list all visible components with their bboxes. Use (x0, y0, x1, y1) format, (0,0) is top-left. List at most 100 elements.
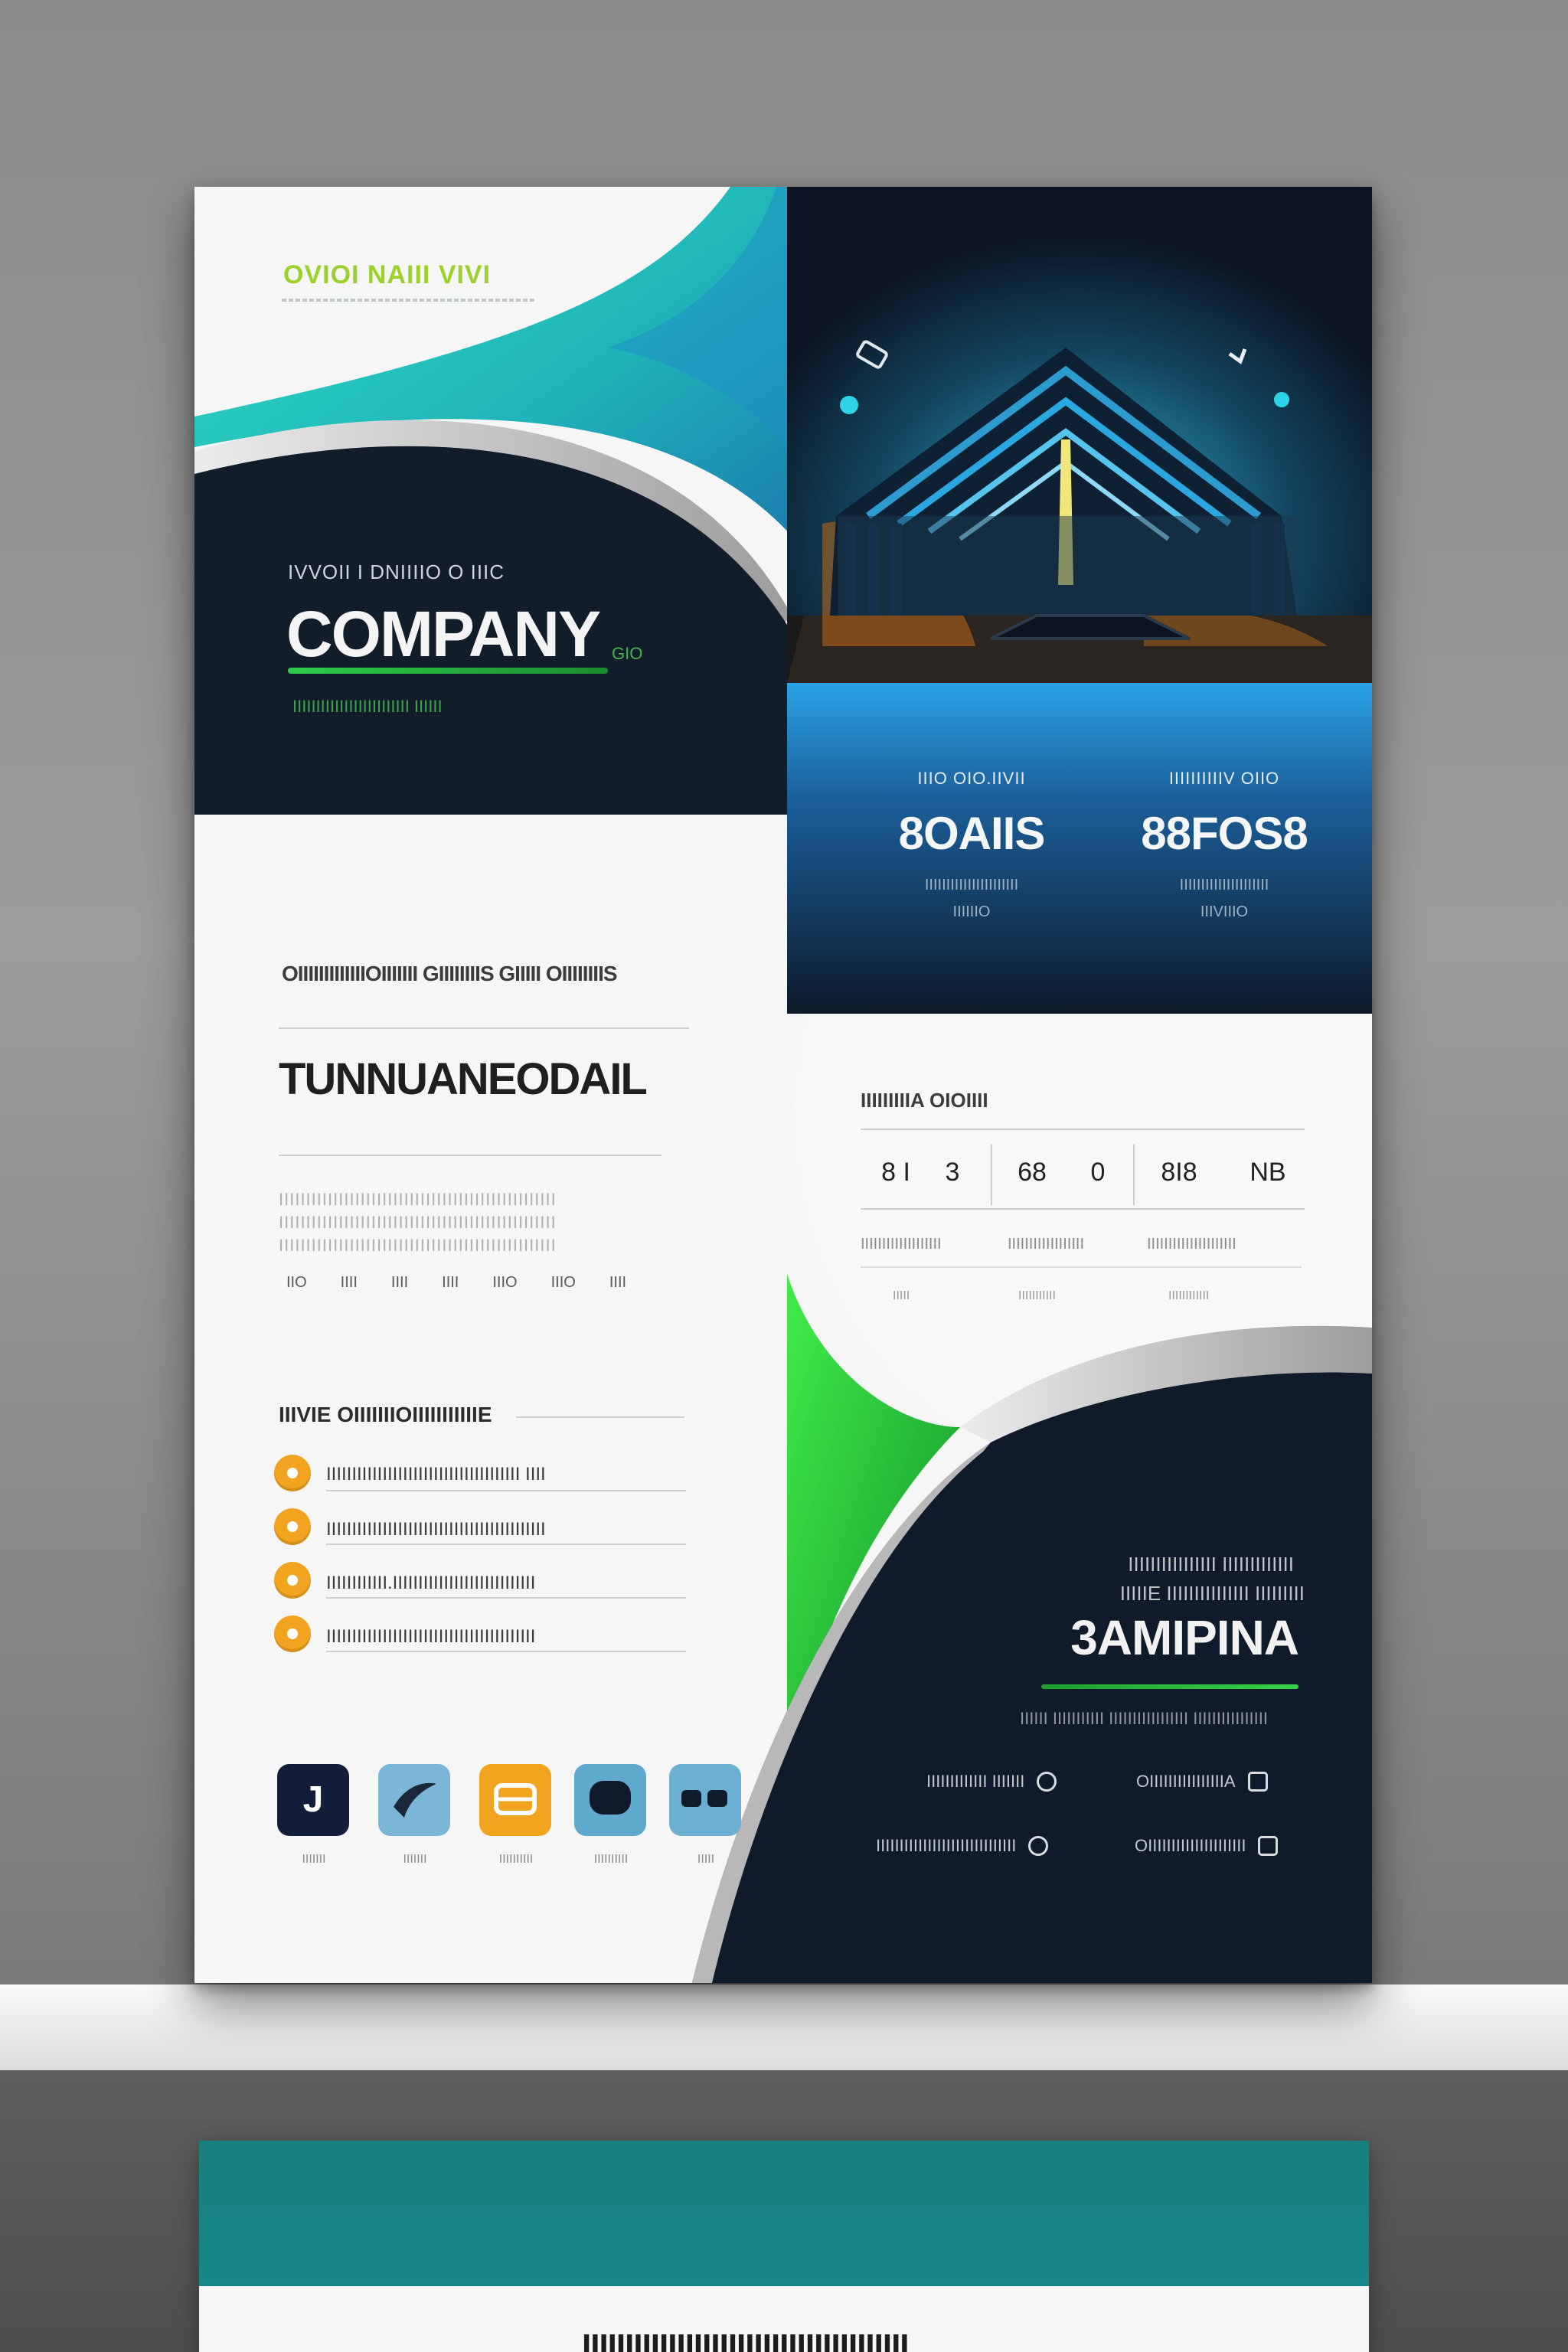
app-icon-blue-swoosh[interactable] (378, 1764, 450, 1836)
icon-caption: IIIIIIIIII (498, 1853, 534, 1866)
window-icon (494, 1783, 537, 1815)
hero-subtitle: IIIIIIIIIIIIIIIIIIIIIIIII IIIIII (292, 697, 443, 716)
brand-underline (282, 299, 534, 302)
flyer-card: OVIOI NAIII VIVI IVVOII I DNIIIIO O IIIC… (194, 187, 1372, 1983)
hero-accent-rule (288, 668, 608, 674)
section-filler-line: IIIIIIIIIIIIIIIIIIIIIIIIIIIIIIIIIIIIIIII… (279, 1236, 557, 1255)
divider (326, 1544, 686, 1545)
contact-text: IIIIIIIIIIIII IIIIIII (926, 1772, 1025, 1791)
contact-icon (1037, 1772, 1057, 1792)
section-mark: IIII (609, 1274, 627, 1291)
card-heading: IIIIIIIIIIIIIIIIIIIIIIIIIIIIIIIIIIIIII (582, 2328, 910, 2352)
divider (279, 1027, 689, 1029)
app-icon-orange[interactable] (479, 1764, 551, 1836)
icon-caption: IIIII (697, 1853, 715, 1866)
cta-accent-rule (1041, 1684, 1298, 1689)
hero-title: COMPANY (286, 598, 601, 670)
divider (861, 1208, 1305, 1210)
table-cell: 8 I (881, 1158, 910, 1187)
glasses-icon (681, 1790, 727, 1807)
table-cell: 0 (1090, 1158, 1106, 1187)
table-caption: IIIIIIIIIIIIIIIIII (1008, 1236, 1085, 1253)
feature-bullet-icon (274, 1615, 311, 1652)
feature-text: IIIIIIIIIIIIIIIIIIIIIIIIIIIIIIIIIIIIIIII… (326, 1626, 536, 1647)
contact-item[interactable]: OIIIIIIIIIIIIIIIIIIIII (1135, 1836, 1279, 1856)
stat-subtext: IIIIIIIIIIIIIIIIIIIIII (924, 877, 1019, 893)
section-mark: IIII (442, 1274, 459, 1291)
contact-item[interactable]: OIIIIIIIIIIIIIIIIA (1136, 1772, 1268, 1792)
feature-text: IIIIIIIIIIII.IIIIIIIIIIIIIIIIIIIIIIIIIII… (326, 1573, 536, 1593)
icon-caption: IIIIIIIIII (593, 1853, 629, 1866)
section-filler-line: IIIIIIIIIIIIIIIIIIIIIIIIIIIIIIIIIIIIIIII… (279, 1213, 557, 1232)
table-caption: IIIIIIIIIIIIIIIIIII (861, 1236, 942, 1253)
contact-icon (1028, 1836, 1049, 1856)
section-filler-line: IIIIIIIIIIIIIIIIIIIIIIIIIIIIIIIIIIIIIIII… (279, 1190, 557, 1209)
table-footer: IIIII (893, 1289, 910, 1302)
feature-text: IIIIIIIIIIIIIIIIIIIIIIIIIIIIIIIIIIIIII I… (326, 1464, 546, 1485)
stat-subtext-2: IIIVIIIO (1200, 903, 1249, 920)
section-kicker: OIIIIIIIIIIIIIOIIIIIII GIIIIIIIIS GIIIII… (282, 962, 618, 985)
stat-subtext-2: IIIIIIO (952, 903, 991, 920)
table-caption: IIIIIIIIIIIIIIIIIIIII (1147, 1236, 1236, 1253)
contact-text: IIIIIIIIIIIIIIIIIIIIIIIIIIIIII (876, 1836, 1017, 1855)
stat-value: 8OAIIS (898, 808, 1046, 859)
table-cell: 8I8 (1161, 1158, 1197, 1187)
stat-block-1: IIIO OIO.IIVII 8OAIIS IIIIIIIIIIIIIIIIII… (861, 769, 1083, 921)
feature-bullet-icon (274, 1508, 311, 1545)
stat-subtext: IIIIIIIIIIIIIIIIIIIII (1179, 877, 1269, 893)
section-mark: IIO (286, 1274, 307, 1291)
divider (516, 1416, 684, 1418)
app-icon-blue-glasses[interactable] (669, 1764, 741, 1836)
table-cell: 68 (1018, 1158, 1047, 1187)
hero-tag: GIO (612, 644, 643, 663)
cta-subtitle: IIIIII IIIIIIIIIII IIIIIIIIIIIIIIIII III… (1020, 1709, 1268, 1728)
stat-block-2: IIIIIIIIIIV OIIO 88FOS8 IIIIIIIIIIIIIIII… (1113, 769, 1335, 921)
table-cell: 3 (945, 1158, 960, 1187)
contact-item[interactable]: IIIIIIIIIIIIIIIIIIIIIIIIIIIIII (876, 1836, 1049, 1856)
table-divider (1133, 1144, 1135, 1205)
brand-name: OVIOI NAIII VIVI (283, 260, 492, 289)
stat-label: IIIIIIIIIIV OIIO (1168, 769, 1280, 788)
table-footer: IIIIIIIIIII (1018, 1289, 1056, 1302)
section-mark: IIIO (550, 1274, 576, 1291)
cta-kicker: IIIIIIIIIIIIIIII IIIIIIIIIIIII (1128, 1553, 1294, 1576)
section-mark: IIII (340, 1274, 358, 1291)
swoosh-icon (394, 1782, 436, 1818)
table-title: IIIIIIIIIA OIOIIII (861, 1089, 988, 1112)
second-flyer-card: IIIIIIIIIIIIIIIIIIIIIIIIIIIIIIIIIIIIII (199, 2141, 1369, 2352)
display-shelf (0, 1984, 1568, 2070)
contact-text: OIIIIIIIIIIIIIIIIIIIII (1135, 1836, 1246, 1855)
stat-value: 88FOS8 (1141, 808, 1308, 859)
icon-caption: IIIIIII (302, 1853, 326, 1866)
chat-bubble-icon (590, 1781, 631, 1815)
stat-label: IIIO OIO.IIVII (917, 769, 1026, 788)
icon-caption: IIIIIII (403, 1853, 427, 1866)
section-mark: IIII (390, 1274, 409, 1291)
section-mark: IIIO (492, 1274, 518, 1291)
cta-kicker-2: IIIIIE IIIIIIIIIIIIIII IIIIIIIII (1119, 1582, 1305, 1605)
contact-text: OIIIIIIIIIIIIIIIIA (1136, 1772, 1236, 1791)
feature-bullet-icon (274, 1562, 311, 1599)
section-marks: IIO IIII IIII IIII IIIO IIIO IIII (286, 1274, 626, 1292)
table-footer: IIIIIIIIIIII (1168, 1289, 1210, 1302)
section-title: TUNNUANEODAIL (279, 1054, 648, 1104)
card-header-band (199, 2141, 1369, 2286)
feature-bullet-icon (274, 1455, 311, 1491)
contact-item[interactable]: IIIIIIIIIIIII IIIIIII (926, 1772, 1057, 1792)
contact-icon (1258, 1836, 1279, 1856)
features-title: IIIVIE OIIIIIIIOIIIIIIIIIIIE (279, 1403, 492, 1426)
app-icon-blue-chat[interactable] (574, 1764, 646, 1836)
divider (326, 1597, 686, 1599)
feature-text: IIIIIIIIIIIIIIIIIIIIIIIIIIIIIIIIIIIIIIII… (326, 1519, 546, 1540)
cta-title: 3AMIPINA (1070, 1610, 1299, 1665)
app-icon-glyph: J (302, 1779, 324, 1820)
divider (861, 1129, 1305, 1130)
divider (279, 1155, 662, 1156)
divider (326, 1651, 686, 1652)
table-cell: NB (1250, 1158, 1286, 1187)
table-divider (991, 1144, 992, 1205)
hero-kicker: IVVOII I DNIIIIO O IIIC (288, 560, 505, 583)
divider (326, 1490, 686, 1491)
app-icon-navy[interactable]: J (277, 1764, 349, 1836)
contact-icon (1247, 1772, 1268, 1792)
